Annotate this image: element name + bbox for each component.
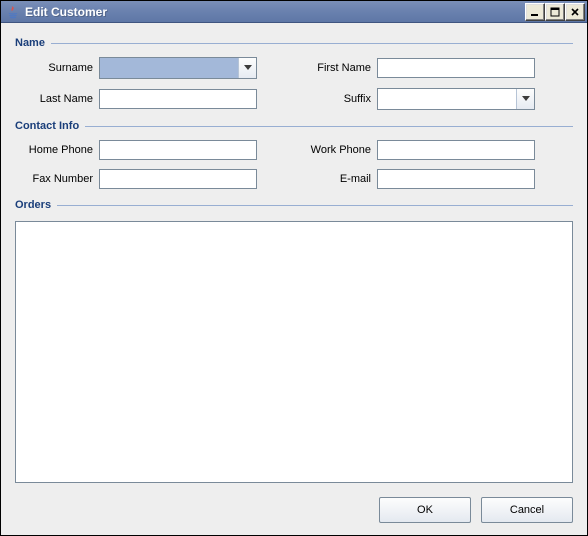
surname-label: Surname xyxy=(17,62,99,74)
suffix-dropdown-button[interactable] xyxy=(516,89,534,109)
orders-list[interactable] xyxy=(15,221,573,483)
titlebar: Edit Customer xyxy=(1,1,587,23)
home-phone-label: Home Phone xyxy=(17,144,99,156)
window-buttons xyxy=(525,3,585,21)
section-divider xyxy=(85,126,573,127)
first-name-label: First Name xyxy=(295,62,377,74)
section-name-header: Name xyxy=(15,37,573,49)
chevron-down-icon xyxy=(244,65,252,71)
section-contact-header: Contact Info xyxy=(15,120,573,132)
section-orders-header: Orders xyxy=(15,199,573,211)
dialog-footer: OK Cancel xyxy=(15,493,573,523)
home-phone-input[interactable] xyxy=(99,140,257,160)
minimize-button[interactable] xyxy=(525,3,545,21)
section-divider xyxy=(57,205,573,206)
close-button[interactable] xyxy=(565,3,585,21)
first-name-input[interactable] xyxy=(377,58,535,78)
name-grid: Surname First Name Last Name Suffix xyxy=(17,57,573,110)
ok-button[interactable]: OK xyxy=(379,497,471,523)
window-title: Edit Customer xyxy=(25,5,525,19)
maximize-button[interactable] xyxy=(545,3,565,21)
fax-number-input[interactable] xyxy=(99,169,257,189)
suffix-value xyxy=(378,89,516,109)
surname-combo[interactable] xyxy=(99,57,257,79)
section-name-label: Name xyxy=(15,37,45,49)
java-icon xyxy=(5,4,21,20)
suffix-label: Suffix xyxy=(295,93,377,105)
contact-grid: Home Phone Work Phone Fax Number E-mail xyxy=(17,140,573,189)
work-phone-label: Work Phone xyxy=(295,144,377,156)
cancel-button[interactable]: Cancel xyxy=(481,497,573,523)
work-phone-input[interactable] xyxy=(377,140,535,160)
suffix-combo[interactable] xyxy=(377,88,535,110)
close-icon xyxy=(570,7,580,17)
last-name-label: Last Name xyxy=(17,93,99,105)
section-orders-label: Orders xyxy=(15,199,51,211)
maximize-icon xyxy=(550,7,560,17)
edit-customer-window: Edit Customer Name Surname xyxy=(0,0,588,536)
section-divider xyxy=(51,43,573,44)
email-label: E-mail xyxy=(295,173,377,185)
email-input[interactable] xyxy=(377,169,535,189)
last-name-input[interactable] xyxy=(99,89,257,109)
chevron-down-icon xyxy=(522,96,530,102)
surname-dropdown-button[interactable] xyxy=(238,58,256,78)
content-panel: Name Surname First Name Last Name Suffix xyxy=(1,23,587,535)
fax-number-label: Fax Number xyxy=(17,173,99,185)
section-contact-label: Contact Info xyxy=(15,120,79,132)
surname-value xyxy=(100,58,238,78)
minimize-icon xyxy=(530,7,540,17)
